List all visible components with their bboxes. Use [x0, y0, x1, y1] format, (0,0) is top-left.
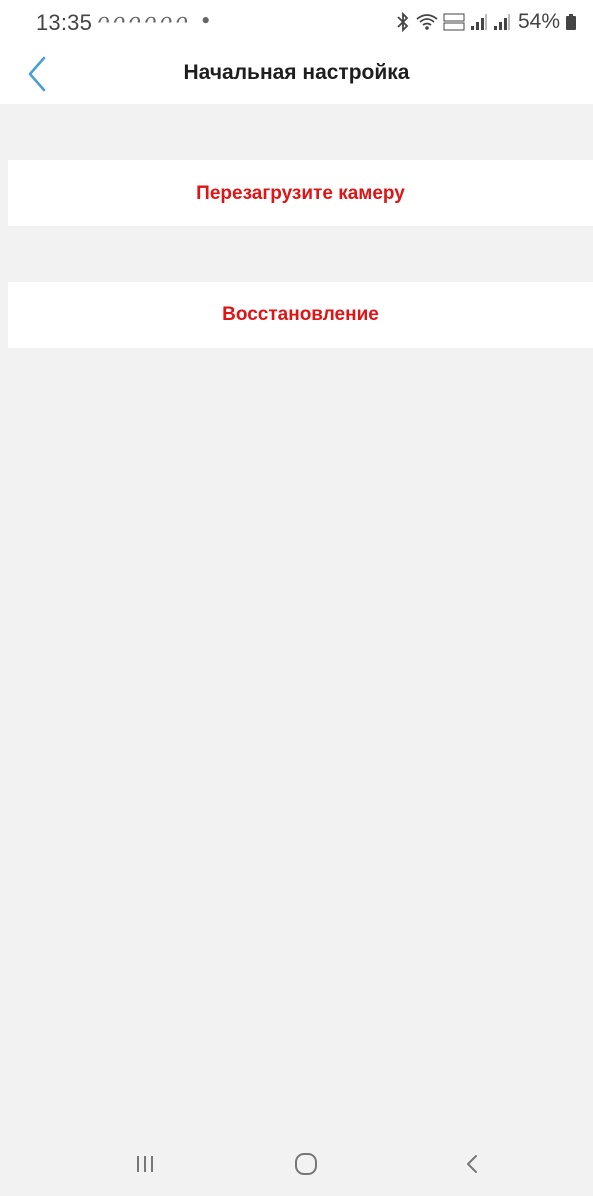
section-spacer: [8, 104, 593, 160]
signal-icon: [470, 12, 488, 32]
section-spacer: [8, 226, 593, 282]
bluetooth-icon: [395, 12, 411, 32]
nav-back-button[interactable]: [443, 1144, 503, 1188]
restart-camera-label: Перезагрузите камеру: [196, 183, 405, 204]
home-button[interactable]: [276, 1144, 336, 1188]
chevron-left-icon: [20, 56, 60, 100]
recents-icon: [133, 1152, 157, 1181]
recents-button[interactable]: [115, 1144, 175, 1188]
status-bar: 13:35 ᴖᴖᴖᴖᴖᴖ • 54%: [0, 0, 593, 46]
app-header: Начальная настройка: [0, 46, 593, 104]
volte-icon: [443, 12, 465, 32]
back-icon: [461, 1152, 485, 1181]
wifi-icon: [416, 12, 438, 32]
system-nav-bar: [0, 1136, 593, 1196]
status-time: 13:35: [36, 10, 93, 35]
battery-percent: 54%: [517, 10, 560, 33]
signal-icon: [493, 12, 511, 32]
restore-button[interactable]: Восстановление: [8, 282, 593, 348]
battery-icon: [565, 12, 577, 32]
restart-camera-button[interactable]: Перезагрузите камеру: [8, 160, 593, 226]
restore-label: Восстановление: [222, 304, 379, 325]
status-icons: 54%: [395, 10, 577, 34]
notification-icons: ᴖᴖᴖᴖᴖᴖ •: [96, 9, 215, 33]
home-icon: [293, 1151, 319, 1182]
page-title: Начальная настройка: [183, 61, 410, 84]
